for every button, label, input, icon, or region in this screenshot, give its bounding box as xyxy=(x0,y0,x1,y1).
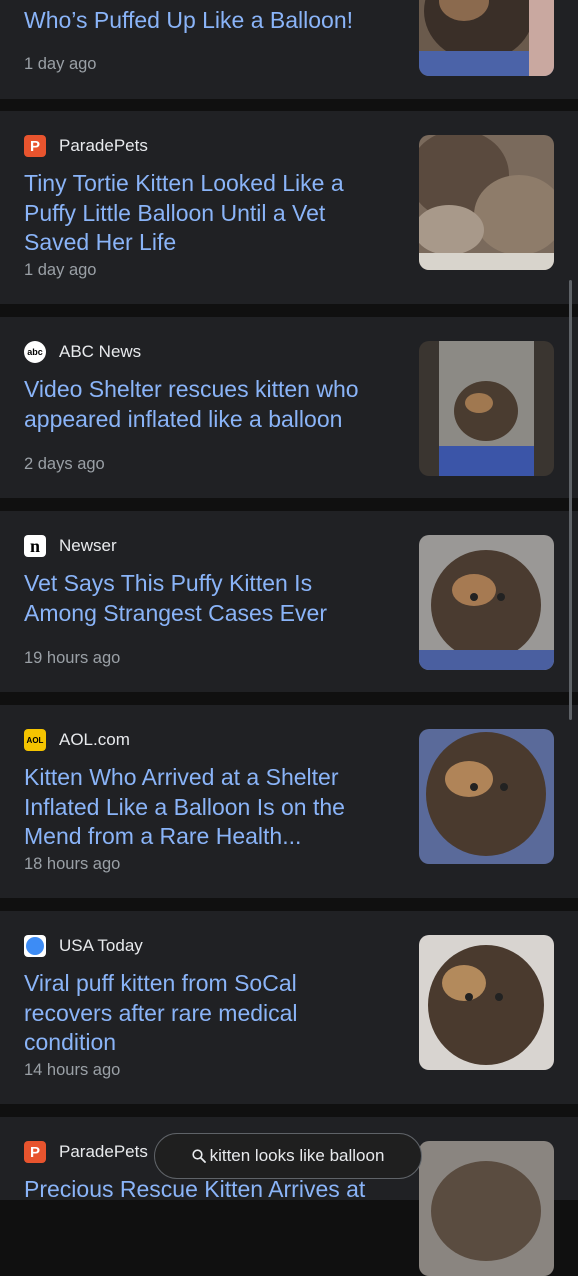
thumbnail[interactable] xyxy=(419,535,554,670)
usa-today-logo-icon xyxy=(24,935,46,957)
source: abc ABC News xyxy=(24,341,141,363)
timestamp: 14 hours ago xyxy=(24,1061,121,1079)
headline[interactable]: Tiny Tortie Kitten Looked Like a Puffy L… xyxy=(24,169,384,258)
newser-logo-icon: n xyxy=(24,535,46,557)
source-name: ParadePets xyxy=(59,136,148,155)
paradepets-logo-icon: P xyxy=(24,1141,46,1163)
headline[interactable]: Who’s Puffed Up Like a Balloon! xyxy=(24,6,384,36)
timestamp: 2 days ago xyxy=(24,455,105,473)
news-card[interactable]: USA Today Viral puff kitten from SoCal r… xyxy=(0,911,578,1104)
timestamp: 1 day ago xyxy=(24,261,97,279)
source: AOL AOL.com xyxy=(24,729,130,751)
thumbnail[interactable] xyxy=(419,1141,554,1276)
news-card[interactable]: AOL AOL.com Kitten Who Arrived at a Shel… xyxy=(0,705,578,898)
thumbnail[interactable] xyxy=(419,341,554,476)
timestamp: 1 day ago xyxy=(24,55,97,73)
news-card[interactable]: P ParadePets Tiny Tortie Kitten Looked L… xyxy=(0,111,578,304)
source: P ParadePets xyxy=(24,135,148,157)
search-query: kitten looks like balloon xyxy=(209,1146,385,1165)
aol-logo-icon: AOL xyxy=(24,729,46,751)
timestamp: 19 hours ago xyxy=(24,649,121,667)
paradepets-logo-icon: P xyxy=(24,135,46,157)
abc-news-logo-icon: abc xyxy=(24,341,46,363)
headline[interactable]: Vet Says This Puffy Kitten Is Among Stra… xyxy=(24,569,384,628)
headline[interactable]: Kitten Who Arrived at a Shelter Inflated… xyxy=(24,763,384,852)
timestamp: 18 hours ago xyxy=(24,855,121,873)
search-icon xyxy=(191,1149,206,1163)
source-name: AOL.com xyxy=(59,730,130,749)
scrollbar[interactable] xyxy=(569,280,572,720)
source: n Newser xyxy=(24,535,117,557)
thumbnail[interactable] xyxy=(419,935,554,1070)
thumbnail[interactable] xyxy=(419,0,554,76)
source-name: Newser xyxy=(59,536,117,555)
headline[interactable]: Video Shelter rescues kitten who appeare… xyxy=(24,375,384,434)
news-card[interactable]: abc ABC News Video Shelter rescues kitte… xyxy=(0,317,578,498)
headline[interactable]: Precious Rescue Kitten Arrives at xyxy=(24,1175,384,1205)
source: USA Today xyxy=(24,935,143,957)
headline[interactable]: Viral puff kitten from SoCal recovers af… xyxy=(24,969,384,1058)
source-name: ABC News xyxy=(59,342,142,361)
news-card[interactable]: n Newser Vet Says This Puffy Kitten Is A… xyxy=(0,511,578,692)
search-query-pill[interactable]: kitten looks like balloon xyxy=(154,1133,422,1179)
source-name: USA Today xyxy=(59,936,143,955)
source: P ParadePets xyxy=(24,1141,148,1163)
news-card[interactable]: Who’s Puffed Up Like a Balloon! 1 day ag… xyxy=(0,0,578,99)
source-name: ParadePets xyxy=(59,1142,148,1161)
thumbnail[interactable] xyxy=(419,729,554,864)
thumbnail[interactable] xyxy=(419,135,554,270)
